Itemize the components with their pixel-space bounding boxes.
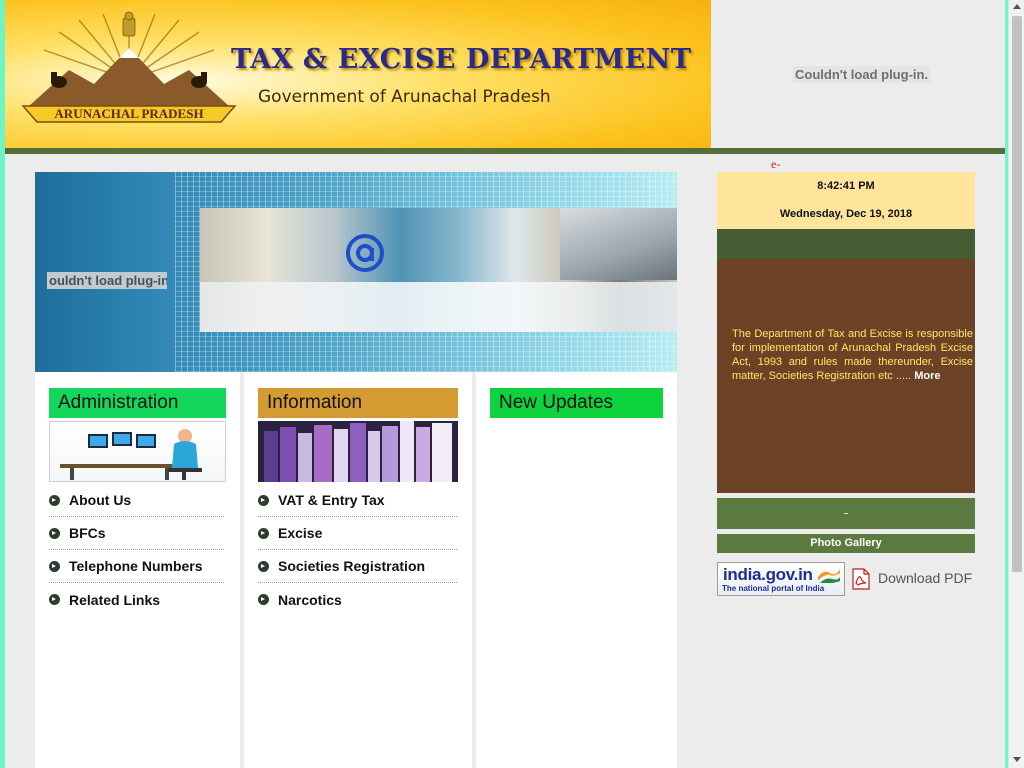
e-services-link[interactable]: e-	[771, 157, 780, 172]
sidebar-olive-band	[717, 229, 975, 259]
information-image	[258, 421, 458, 482]
link-label[interactable]: BFCs	[69, 525, 106, 541]
more-link[interactable]: More	[914, 370, 940, 382]
link-label[interactable]: Narcotics	[278, 592, 342, 608]
dash-text: -	[843, 505, 849, 520]
page-content: ARUNACHAL PRADESH TAX & EXCISE DEPARTMEN…	[5, 0, 1005, 768]
scrollbar-thumb[interactable]	[1012, 16, 1022, 572]
admin-link-about-us[interactable]: About Us	[49, 484, 224, 517]
link-label[interactable]: Societies Registration	[278, 558, 425, 574]
pdf-icon	[852, 568, 870, 590]
information-column: Information VAT & Entry Tax Excise Socie…	[244, 372, 472, 768]
link-label[interactable]: Related Links	[69, 592, 160, 608]
administration-links: About Us BFCs Telephone Numbers Related …	[49, 484, 224, 616]
vertical-scrollbar[interactable]	[1008, 0, 1024, 768]
download-pdf-link[interactable]: Download PDF	[850, 566, 980, 592]
india-flag-icon	[818, 569, 840, 583]
current-date: Wednesday, Dec 19, 2018	[779, 208, 913, 220]
department-subtitle: Government of Arunachal Pradesh	[258, 87, 551, 107]
scroll-up-arrow-icon[interactable]	[1013, 4, 1021, 9]
link-label[interactable]: VAT & Entry Tax	[278, 492, 385, 508]
header-banner: ARUNACHAL PRADESH TAX & EXCISE DEPARTMEN…	[5, 0, 711, 148]
department-title: TAX & EXCISE DEPARTMENT	[231, 44, 692, 75]
information-links: VAT & Entry Tax Excise Societies Registr…	[258, 484, 457, 616]
info-link-vat-entry-tax[interactable]: VAT & Entry Tax	[258, 484, 457, 517]
circle-arrow-icon	[49, 527, 60, 539]
header-plugin-area: Couldn't load plug-in.	[711, 0, 1005, 148]
info-link-societies-registration[interactable]: Societies Registration	[258, 550, 457, 583]
hero-banner: ouldn't load plug-in	[35, 172, 677, 372]
download-pdf-label[interactable]: Download PDF	[878, 570, 972, 586]
plugin-error-message: Couldn't load plug-in.	[793, 66, 931, 83]
sidebar-dash-box: -	[717, 498, 975, 529]
current-time: 8:42:41 PM	[817, 180, 875, 192]
new-updates-heading: New Updates	[490, 388, 663, 418]
header-divider	[5, 148, 1005, 154]
about-department-box: The Department of Tax and Excise is resp…	[717, 259, 975, 493]
emblem-label: ARUNACHAL PRADESH	[54, 106, 203, 121]
photo-gallery-link[interactable]: Photo Gallery	[717, 534, 975, 553]
file-folders-illustration	[258, 421, 458, 482]
circle-arrow-icon	[258, 560, 269, 572]
new-updates-column: New Updates	[476, 372, 677, 768]
circle-arrow-icon	[49, 594, 60, 605]
circle-arrow-icon	[258, 594, 269, 605]
computer-workstation-illustration	[60, 429, 202, 480]
link-label[interactable]: Telephone Numbers	[69, 558, 203, 574]
admin-link-bfcs[interactable]: BFCs	[49, 517, 224, 550]
administration-image	[49, 421, 226, 482]
about-department-text: The Department of Tax and Excise is resp…	[732, 327, 973, 383]
hero-photo-overlay	[200, 282, 677, 332]
info-link-narcotics[interactable]: Narcotics	[258, 583, 457, 616]
at-sign-icon	[346, 234, 384, 272]
circle-arrow-icon	[258, 527, 269, 539]
hero-plugin-error: ouldn't load plug-in	[47, 272, 167, 289]
information-heading: Information	[258, 388, 458, 418]
calculator-image	[560, 208, 677, 280]
admin-link-related-links[interactable]: Related Links	[49, 583, 224, 616]
admin-link-telephone-numbers[interactable]: Telephone Numbers	[49, 550, 224, 583]
circle-arrow-icon	[49, 560, 60, 572]
scroll-down-arrow-icon[interactable]	[1013, 757, 1021, 762]
circle-arrow-icon	[258, 494, 269, 506]
india-logo-tagline: The national portal of India	[722, 584, 825, 593]
link-label[interactable]: About Us	[69, 492, 131, 508]
administration-heading: Administration	[49, 388, 226, 418]
clock-panel: 8:42:41 PM Wednesday, Dec 19, 2018	[717, 172, 975, 229]
india-gov-portal-link[interactable]: india.gov.in The national portal of Indi…	[717, 562, 845, 596]
administration-column: Administration About Us BFCs Telephone N…	[35, 372, 240, 768]
india-logo-text: india.gov.in	[723, 565, 813, 584]
circle-arrow-icon	[49, 494, 60, 506]
hero-photo-strip	[200, 208, 677, 332]
info-link-excise[interactable]: Excise	[258, 517, 457, 550]
link-label[interactable]: Excise	[278, 525, 322, 541]
state-emblem-icon: ARUNACHAL PRADESH	[21, 11, 237, 123]
